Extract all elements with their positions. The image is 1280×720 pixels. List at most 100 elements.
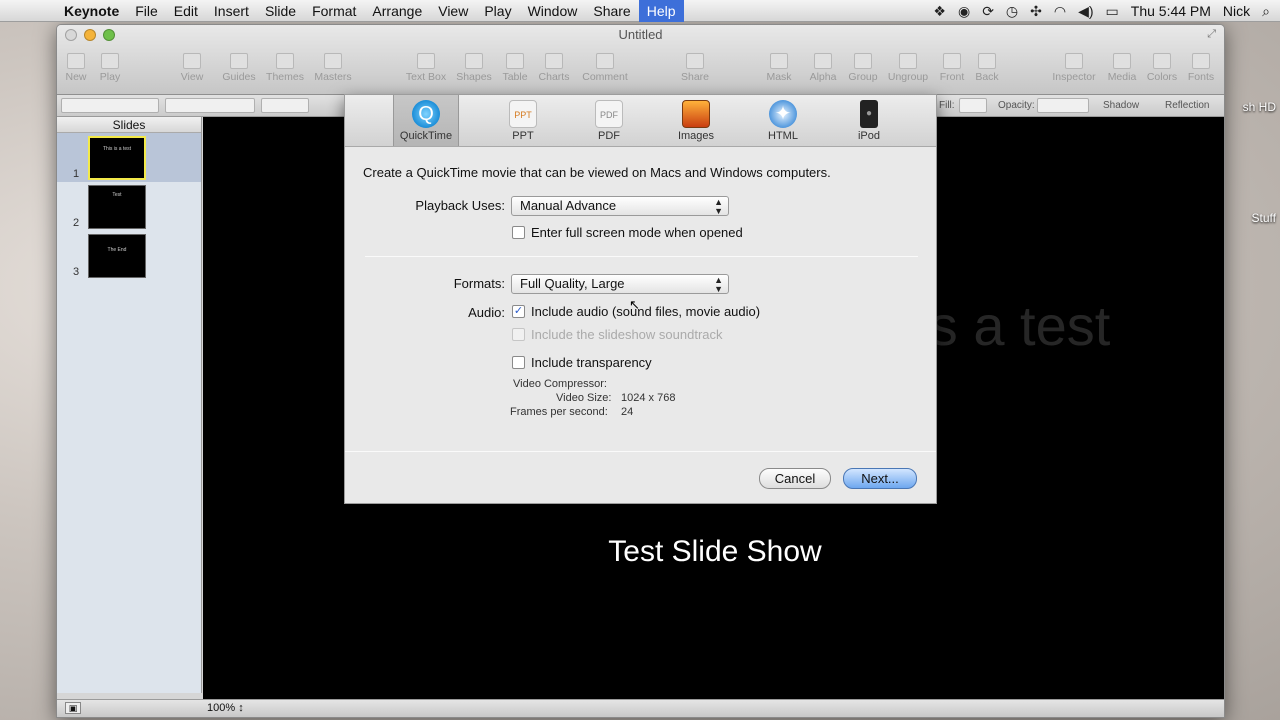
audio-label: Audio: (468, 305, 505, 320)
slide-title[interactable]: Test Slide Show (600, 535, 830, 569)
title-bar: Untitled ⤢ New Play View Guides Themes M… (57, 25, 1224, 95)
spotlight-search-icon[interactable]: ⌕ (1262, 3, 1270, 20)
menu-format[interactable]: Format (304, 0, 364, 22)
time-machine-icon[interactable]: ◷ (1006, 3, 1018, 20)
desktop-drive-label[interactable]: sh HD (1243, 100, 1276, 114)
bottom-bar: ▣ 100% ↕ (57, 699, 1224, 717)
shadow-checkbox[interactable]: Shadow (1103, 100, 1139, 111)
format-font-popup[interactable] (165, 98, 255, 113)
opacity-field[interactable] (1037, 98, 1089, 113)
media-icon (1113, 53, 1131, 69)
navigator-header: Slides (57, 117, 201, 133)
fill-label: Fill: (939, 100, 955, 111)
fullscreen-checkbox-box[interactable] (512, 226, 525, 239)
quicktime-options: Create a QuickTime movie that can be vie… (345, 147, 936, 504)
toolbar-fonts-button[interactable]: Fonts (1171, 51, 1224, 83)
slide-navigator: Slides This is a test 1 Test 2 The End 3 (57, 117, 202, 693)
bluetooth-icon[interactable]: ✣ (1030, 3, 1042, 20)
playback-uses-popup[interactable]: Manual Advance ▲ ▼ (511, 196, 729, 216)
clock[interactable]: Thu 5:44 PM (1131, 3, 1211, 19)
toolbar-back-button[interactable]: Back (957, 51, 1017, 83)
guides-icon (230, 53, 248, 69)
export-description: Create a QuickTime movie that can be vie… (363, 165, 831, 180)
toolbar-comment-button[interactable]: Comment (575, 51, 635, 83)
table-icon (506, 53, 524, 69)
checkmark-icon[interactable]: ✓ (512, 305, 525, 318)
format-style-popup[interactable] (61, 98, 159, 113)
tab-pdf[interactable]: PDF PDF (576, 95, 642, 146)
toolbar-masters-button[interactable]: Masters (303, 51, 363, 83)
tab-quicktime[interactable]: Q QuickTime (393, 95, 459, 146)
menu-insert[interactable]: Insert (206, 0, 257, 22)
export-sheet: Q QuickTime PPT PPT PDF PDF Images ✦ HTML ● i… (344, 94, 937, 504)
fps-label: Frames per second: (510, 406, 608, 418)
ppt-icon: PPT (509, 100, 537, 128)
menu-view[interactable]: View (430, 0, 476, 22)
user-name[interactable]: Nick (1223, 3, 1250, 19)
cancel-button[interactable]: Cancel (759, 468, 831, 489)
images-icon (682, 100, 710, 128)
reflection-checkbox[interactable]: Reflection (1165, 100, 1209, 111)
next-button[interactable]: Next... (843, 468, 917, 489)
export-format-tabs: Q QuickTime PPT PPT PDF PDF Images ✦ HTML ● i… (345, 95, 936, 147)
menu-app-keynote[interactable]: Keynote (56, 0, 127, 22)
fill-color-well[interactable] (959, 98, 987, 113)
menu-window[interactable]: Window (520, 0, 586, 22)
wifi-icon[interactable]: ◠ (1054, 3, 1066, 20)
mouse-pointer-icon: ↖ (629, 297, 640, 312)
desktop-folder-label[interactable]: Stuff (1252, 211, 1276, 225)
comment-icon (596, 53, 614, 69)
masters-icon (324, 53, 342, 69)
slide-thumbnail[interactable]: The End (88, 234, 146, 278)
ipod-icon: ● (860, 100, 878, 128)
video-size-label: Video Size: (556, 392, 612, 404)
include-soundtrack-box (512, 328, 525, 341)
inspector-icon (1065, 53, 1083, 69)
menu-play[interactable]: Play (476, 0, 519, 22)
menu-edit[interactable]: Edit (166, 0, 206, 22)
toolbar: New Play View Guides Themes Masters Text… (57, 51, 1224, 91)
slide-thumbnail-row[interactable]: This is a test 1 (57, 133, 201, 182)
menu-share[interactable]: Share (585, 0, 638, 22)
themes-icon (276, 53, 294, 69)
fullscreen-checkbox[interactable]: Enter full screen mode when opened (512, 225, 743, 240)
record-icon[interactable]: ◉ (958, 3, 970, 20)
include-transparency-checkbox[interactable]: Include transparency (512, 355, 652, 370)
fps-value: 24 (621, 406, 634, 418)
volume-icon[interactable]: ◀) (1078, 3, 1093, 20)
formats-popup[interactable]: Full Quality, Large ▲ ▼ (511, 274, 729, 294)
fullscreen-icon[interactable]: ⤢ (1207, 28, 1216, 41)
tab-ppt[interactable]: PPT PPT (490, 95, 556, 146)
toolbar-share-button[interactable]: Share (665, 51, 725, 83)
playback-label: Playback Uses: (415, 198, 505, 213)
slide-thumbnail[interactable]: This is a test (88, 136, 146, 180)
slide-thumbnail-row[interactable]: Test 2 (57, 182, 201, 231)
slide-number: 1 (73, 168, 80, 180)
opacity-label: Opacity: (998, 100, 1035, 111)
format-size-popup[interactable] (261, 98, 309, 113)
menu-file[interactable]: File (127, 0, 166, 22)
back-icon (978, 53, 996, 69)
battery-icon[interactable]: ▭ (1106, 3, 1119, 20)
shapes-icon (465, 53, 483, 69)
menu-help[interactable]: Help (638, 0, 684, 22)
popup-arrows-icon: ▲ ▼ (714, 197, 723, 216)
dropbox-icon[interactable]: ❖ (933, 3, 946, 20)
tab-ipod[interactable]: ● iPod (836, 95, 902, 146)
sync-icon[interactable]: ⟳ (982, 3, 994, 20)
charts-icon (545, 53, 563, 69)
colors-icon (1153, 53, 1171, 69)
alpha-icon (814, 53, 832, 69)
tab-images[interactable]: Images (663, 95, 729, 146)
menu-slide[interactable]: Slide (257, 0, 304, 22)
slide-thumbnail-row[interactable]: The End 3 (57, 231, 201, 280)
zoom-popup[interactable]: 100% ↕ (207, 702, 244, 714)
video-compressor-label: Video Compressor: (513, 378, 607, 390)
include-transparency-box[interactable] (512, 356, 525, 369)
tab-html[interactable]: ✦ HTML (750, 95, 816, 146)
toolbar-play-button[interactable]: Play (80, 51, 140, 83)
slide-options-button[interactable]: ▣ (65, 702, 81, 714)
slide-thumbnail[interactable]: Test (88, 185, 146, 229)
group-icon (854, 53, 872, 69)
menu-arrange[interactable]: Arrange (364, 0, 430, 22)
